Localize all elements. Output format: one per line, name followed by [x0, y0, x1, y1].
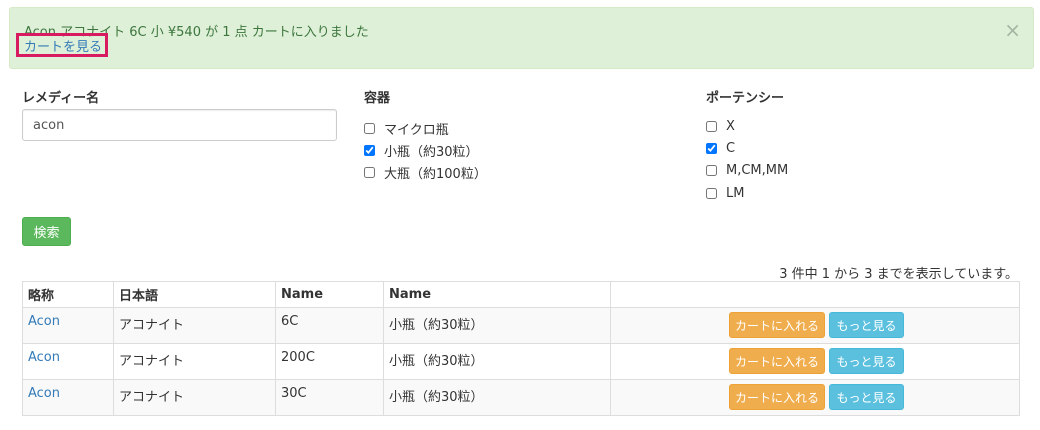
view-cart-link[interactable]: カートを見る: [24, 36, 102, 55]
cell-actions: カートに入れる もっと見る: [610, 343, 1020, 380]
cell-potency: 6C: [275, 307, 384, 344]
table-row: Acon アコナイト 200C 小瓶（約30粒） カートに入れる もっと見る: [22, 343, 1020, 380]
more-button[interactable]: もっと見る: [829, 312, 904, 338]
close-icon[interactable]: ×: [1004, 20, 1021, 40]
potency-checkbox-m[interactable]: [706, 165, 717, 176]
column-header-potency: Name: [275, 281, 384, 308]
cell-actions: カートに入れる もっと見る: [610, 307, 1020, 344]
potency-checkbox-x[interactable]: [706, 121, 717, 132]
success-alert: Acon アコナイト 6C 小 ¥540 が 1 点 カートに入りました カート…: [9, 7, 1034, 69]
table-row: Acon アコナイト 6C 小瓶（約30粒） カートに入れる もっと見る: [22, 307, 1020, 344]
container-checkbox-micro[interactable]: [364, 123, 375, 134]
remedy-name-label: レメディー名: [22, 91, 100, 106]
container-option-large[interactable]: 大瓶（約100粒）: [364, 163, 487, 182]
potency-option-x[interactable]: X: [706, 119, 735, 134]
potency-option-label: LM: [726, 186, 745, 201]
container-checkbox-large[interactable]: [364, 167, 375, 178]
results-summary: 3 件中 1 から 3 までを表示しています。: [779, 267, 1018, 282]
table-header-row: 略称 日本語 Name Name: [22, 281, 1020, 308]
search-button[interactable]: 検索: [22, 217, 71, 246]
potency-option-lm[interactable]: LM: [706, 186, 744, 201]
remedy-name-input[interactable]: [22, 109, 337, 141]
cart-link-highlight: カートを見る: [16, 33, 108, 57]
column-header-abbr: 略称: [22, 281, 114, 308]
table-row: Acon アコナイト 30C 小瓶（約30粒） カートに入れる もっと見る: [22, 379, 1020, 416]
cell-japanese: アコナイト: [113, 379, 276, 416]
potency-checkbox-c[interactable]: [706, 143, 717, 154]
cell-abbr: Acon: [22, 343, 114, 380]
more-button[interactable]: もっと見る: [829, 384, 904, 410]
add-to-cart-button[interactable]: カートに入れる: [729, 384, 825, 410]
column-header-actions: [610, 281, 1020, 308]
column-header-japanese: 日本語: [113, 281, 276, 308]
remedy-link[interactable]: Acon: [28, 314, 60, 329]
cell-container: 小瓶（約30粒）: [383, 343, 611, 380]
cell-potency: 200C: [275, 343, 384, 380]
remedy-link[interactable]: Acon: [28, 386, 60, 401]
cell-container: 小瓶（約30粒）: [383, 307, 611, 344]
potency-option-label: M,CM,MM: [726, 163, 789, 178]
cell-abbr: Acon: [22, 307, 114, 344]
cell-potency: 30C: [275, 379, 384, 416]
results-table: 略称 日本語 Name Name Acon アコナイト 6C 小瓶（約30粒） …: [22, 281, 1020, 416]
cell-japanese: アコナイト: [113, 343, 276, 380]
container-label: 容器: [364, 91, 391, 106]
container-checkbox-small[interactable]: [364, 145, 375, 156]
cell-actions: カートに入れる もっと見る: [610, 379, 1020, 416]
potency-option-m[interactable]: M,CM,MM: [706, 163, 788, 178]
potency-option-label: X: [726, 119, 735, 134]
container-option-small[interactable]: 小瓶（約30粒）: [364, 141, 479, 160]
remedy-link[interactable]: Acon: [28, 350, 60, 365]
potency-option-label: C: [726, 141, 736, 156]
container-option-label: 大瓶（約100粒）: [384, 167, 487, 182]
more-button[interactable]: もっと見る: [829, 348, 904, 374]
add-to-cart-button[interactable]: カートに入れる: [729, 312, 825, 338]
potency-option-c[interactable]: C: [706, 141, 735, 156]
container-option-micro[interactable]: マイクロ瓶: [364, 119, 449, 138]
column-header-container: Name: [383, 281, 611, 308]
potency-checkbox-lm[interactable]: [706, 188, 717, 199]
container-option-label: マイクロ瓶: [384, 123, 449, 138]
cell-abbr: Acon: [22, 379, 114, 416]
add-to-cart-button[interactable]: カートに入れる: [729, 348, 825, 374]
cell-japanese: アコナイト: [113, 307, 276, 344]
container-option-label: 小瓶（約30粒）: [384, 145, 479, 160]
cell-container: 小瓶（約30粒）: [383, 379, 611, 416]
potency-label: ポーテンシー: [706, 91, 785, 106]
